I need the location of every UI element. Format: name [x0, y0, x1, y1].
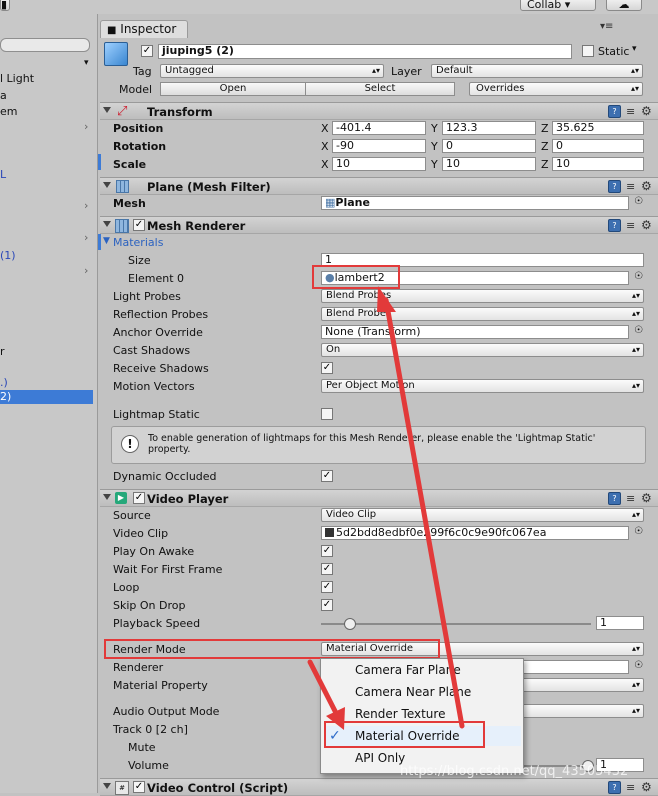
- annotation-arrows: [307, 286, 465, 730]
- arrow-to-override: [307, 659, 339, 716]
- watermark-text: https://blog.csdn.net/qq_43505432: [400, 764, 629, 779]
- arrow-head-material: [377, 286, 396, 312]
- arrow-to-material: [383, 297, 465, 729]
